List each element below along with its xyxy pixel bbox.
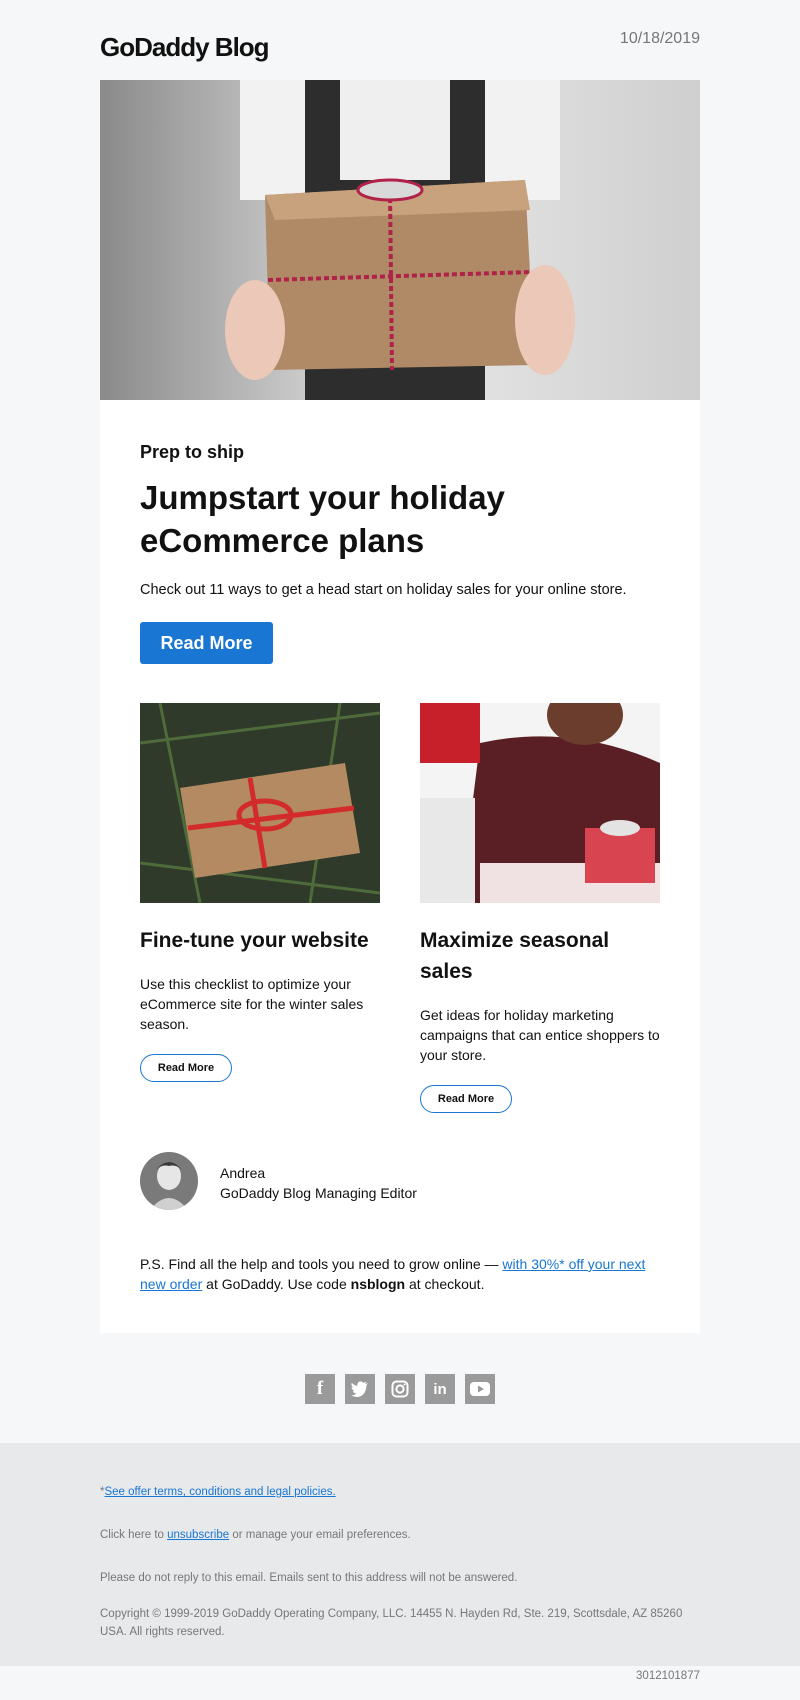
feature-read-more-button[interactable]: Read More [140,622,273,664]
article-text: Use this checklist to optimize your eCom… [140,976,364,1032]
article-card-sales: Maximize seasonal sales Get ideas for ho… [420,703,660,1113]
facebook-icon[interactable]: f [305,1374,335,1404]
unsubscribe-suffix: or manage your email preferences. [229,1529,411,1541]
main-content-card: Prep to ship Jumpstart your holiday eCom… [100,400,700,1333]
offer-terms-link[interactable]: See offer terms, conditions and legal po… [104,1486,335,1498]
email-footer: *See offer terms, conditions and legal p… [0,1443,800,1666]
article-read-more-button[interactable]: Read More [420,1085,512,1113]
article-read-more-button[interactable]: Read More [140,1054,232,1082]
article-image-sales[interactable] [420,703,660,903]
article-title[interactable]: Maximize seasonal sales [420,925,660,987]
linkedin-icon[interactable]: in [425,1374,455,1404]
tracking-id: 3012101877 [636,1670,700,1682]
unsubscribe-link[interactable]: unsubscribe [167,1529,229,1541]
copyright: Copyright © 1999-2019 GoDaddy Operating … [100,1608,683,1638]
article-title[interactable]: Fine-tune your website [140,925,380,956]
ps-prefix: P.S. Find all the help and tools you nee… [140,1256,503,1272]
author-name: Andrea [220,1165,266,1181]
hero-image[interactable] [100,80,700,400]
feature-headline[interactable]: Jumpstart your holiday eCommerce plans [140,476,660,562]
article-text: Get ideas for holiday marketing campaign… [420,1007,660,1063]
article-card-website: Fine-tune your website Use this checklis… [140,703,380,1082]
article-image-website[interactable] [140,703,380,903]
social-links: f in [305,1374,495,1404]
unsubscribe-line: Click here to unsubscribe or manage your… [100,1526,700,1544]
ps-suffix: at checkout. [405,1276,485,1292]
godaddy-blog-logo[interactable]: GoDaddy Blog [100,32,270,63]
ps-middle: at GoDaddy. Use code [202,1276,351,1292]
promo-code: nsblogn [350,1276,406,1292]
instagram-icon[interactable] [385,1374,415,1404]
no-reply-notice: Please do not reply to this email. Email… [100,1572,518,1584]
youtube-icon[interactable] [465,1374,495,1404]
feature-lead: Check out 11 ways to get a head start on… [140,582,627,598]
twitter-icon[interactable] [345,1374,375,1404]
author-signature: Andrea GoDaddy Blog Managing Editor [140,1152,660,1210]
feature-eyebrow: Prep to ship [140,442,245,462]
offer-terms: *See offer terms, conditions and legal p… [100,1483,700,1501]
email-header: GoDaddy Blog 10/18/2019 [100,30,700,66]
avatar [140,1152,198,1210]
postscript: P.S. Find all the help and tools you nee… [140,1254,660,1294]
issue-date: 10/18/2019 [619,30,700,47]
unsubscribe-prefix: Click here to [100,1529,168,1541]
author-role: GoDaddy Blog Managing Editor [220,1185,417,1201]
